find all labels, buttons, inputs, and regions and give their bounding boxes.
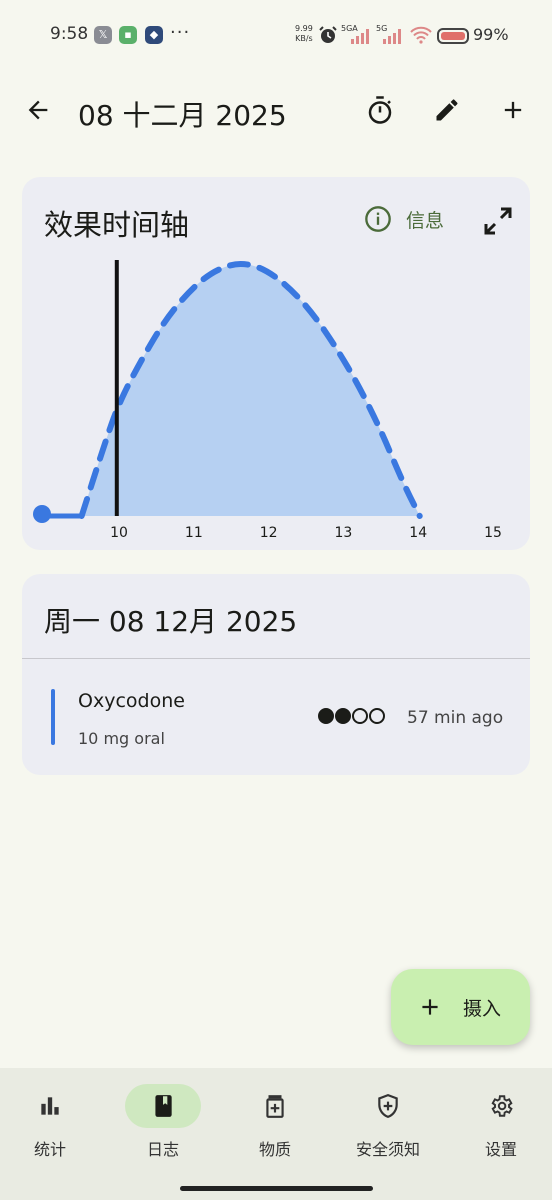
plus-icon — [422, 999, 438, 1015]
arrow-left-icon — [28, 100, 48, 120]
day-title: 周一 08 12月 2025 — [44, 605, 298, 638]
ingestion-row[interactable]: Oxycodone 10 mg oral 57 min ago — [22, 674, 530, 764]
timer-icon — [368, 96, 392, 124]
dose-dot-empty — [369, 708, 385, 724]
effect-timeline-card[interactable]: 效果时间轴 信息 10 11 12 13 14 15 — [22, 177, 530, 550]
x-app-icon: 𝕏 — [94, 26, 112, 44]
dose-dot-filled — [318, 708, 334, 724]
ingestion-time-ago: 57 min ago — [407, 708, 504, 728]
x-tick-label: 12 — [260, 525, 278, 541]
x-tick-label: 13 — [335, 525, 353, 541]
dose-strength-dots — [318, 708, 385, 724]
dose-dot-empty — [352, 708, 368, 724]
bottom-navigation: 统计 日志 物质 安全须知 设置 — [0, 1068, 552, 1200]
add-icon — [504, 101, 522, 119]
x-tick-label: 15 — [484, 525, 502, 541]
add-ingestion-fab[interactable]: 摄入 — [391, 969, 530, 1045]
page-title: 08 十二月 2025 — [78, 99, 287, 132]
net-speed: 9.99 KB/s — [295, 24, 313, 44]
edit-icon — [436, 99, 458, 121]
timer-button[interactable] — [360, 90, 400, 130]
home-indicator — [180, 1186, 373, 1191]
medicine-icon — [266, 1095, 284, 1118]
nav-pill-safety — [350, 1084, 426, 1128]
effect-area — [81, 264, 420, 516]
net-speed-value: 9.99 — [295, 24, 313, 33]
status-time: 9:58 — [50, 24, 89, 44]
nav-item-settings[interactable]: 设置 — [446, 1084, 552, 1164]
day-card: 周一 08 12月 2025 Oxycodone 10 mg oral 57 m… — [22, 574, 530, 775]
gear-icon — [491, 1095, 513, 1117]
bar-chart-icon — [41, 1097, 59, 1115]
edit-button[interactable] — [427, 90, 467, 130]
more-notifications-icon: ··· — [170, 22, 191, 43]
ingestion-dose: 10 mg oral — [78, 729, 165, 748]
nav-item-safety[interactable]: 安全须知 — [333, 1084, 443, 1164]
signal-2-icon — [383, 29, 401, 44]
nav-pill-substances — [237, 1084, 313, 1128]
x-tick-label: 10 — [110, 525, 128, 541]
ingestion-color-bar — [51, 689, 55, 745]
add-button[interactable] — [493, 90, 533, 130]
nav-label-substances: 物质 — [258, 1140, 291, 1159]
nav-pill-settings — [463, 1084, 539, 1128]
shield-icon — [378, 1094, 398, 1118]
effect-chart: 10 11 12 13 14 15 — [33, 260, 502, 541]
nav-item-stats[interactable]: 统计 — [0, 1084, 105, 1164]
nav-label-safety: 安全须知 — [355, 1140, 420, 1159]
net-speed-unit: KB/s — [295, 34, 313, 43]
top-app-bar: 08 十二月 2025 — [0, 80, 552, 144]
message-app-icon: ▪ — [119, 26, 137, 44]
divider — [22, 658, 530, 659]
x-tick-label: 11 — [185, 525, 203, 541]
signal-icon — [351, 29, 369, 44]
nav-pill-stats — [12, 1084, 88, 1128]
nav-label-journal: 日志 — [146, 1140, 179, 1159]
nav-label-stats: 统计 — [33, 1140, 66, 1159]
fab-label: 摄入 — [463, 997, 502, 1020]
battery-percent: 99% — [473, 25, 509, 44]
nav-item-substances[interactable]: 物质 — [220, 1084, 330, 1164]
cat-app-icon: ◆ — [145, 26, 163, 44]
wifi-icon — [410, 26, 432, 44]
x-tick-label: 14 — [409, 525, 427, 541]
dose-dot-filled — [335, 708, 351, 724]
alarm-icon — [319, 26, 337, 43]
journal-icon — [155, 1095, 172, 1117]
nav-item-journal[interactable]: 日志 — [108, 1084, 218, 1164]
back-button[interactable] — [18, 90, 58, 130]
status-bar: 9:58 𝕏 ▪ ◆ ··· 9.99 KB/s 5GA 5G 99% — [0, 0, 552, 70]
ingestion-start-point — [33, 505, 51, 523]
nav-label-settings: 设置 — [484, 1140, 517, 1159]
ingestion-substance: Oxycodone — [78, 690, 185, 712]
nav-pill-journal — [125, 1084, 201, 1128]
battery-icon — [437, 28, 469, 44]
